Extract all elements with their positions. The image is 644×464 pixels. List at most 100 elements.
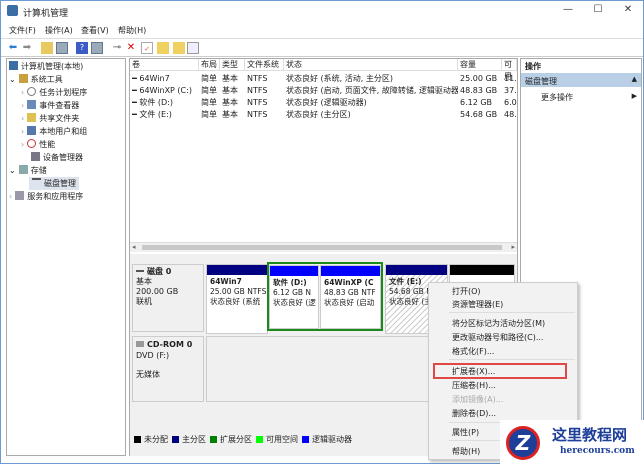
col-free[interactable]: 可用 [502,59,517,81]
partition-name: 文件 (E:) [389,277,422,286]
menu-bar: 文件(F) 操作(A) 查看(V) 帮助(H) [1,23,643,37]
chevron-right-icon[interactable]: › [21,88,24,97]
legend-swatch [172,436,179,443]
menu-help[interactable]: 帮助(H) [118,25,146,36]
tree-label: 共享文件夹 [39,114,80,123]
toolbar: ⬅ ➡ ? ⊸ ✕ ✓ [1,38,643,57]
menu-open[interactable]: 打开(O) [452,286,481,297]
computer-management-icon [7,5,18,16]
col-volume[interactable]: 卷 [130,59,199,71]
menu-explorer[interactable]: 资源管理器(E) [452,299,503,310]
menu-change-drive-letter[interactable]: 更改驱动器号和路径(C)... [452,332,543,343]
tree-storage[interactable]: ⌄ 存储 [9,165,47,176]
cdrom0-label[interactable]: CD-ROM 0 DVD (F:) 无媒体 [132,336,204,402]
volume-list-header: 卷 布局 类型 文件系统 状态 容量 可用 [130,59,517,81]
actions-section-disk-management[interactable]: 磁盘管理 ▲ [521,73,641,87]
chevron-right-icon[interactable]: › [21,127,24,136]
legend-label: 扩展分区 [220,435,252,444]
chevron-right-icon[interactable]: › [21,140,24,149]
partition-64winxp-c[interactable]: 64WinXP (C 48.83 GB NTF 状态良好 (启动 [320,265,381,329]
tree-event-viewer[interactable]: › 事件查看器 [21,100,79,111]
close-button[interactable]: ✕ [616,4,640,18]
clock-icon [27,87,37,96]
partition-status: 状态良好 (系统 [210,297,261,306]
collapse-icon[interactable]: ▲ [632,75,637,83]
tree-shared-folders[interactable]: › 共享文件夹 [21,113,79,124]
cdrom-name: CD-ROM 0 [147,340,193,349]
open-icon[interactable] [157,42,169,54]
volume-row[interactable]: ━ 64Win7 简单 基本 NTFS 状态良好 (系统, 活动, 主分区) 25.00 … [130,73,517,85]
search-icon[interactable] [173,42,185,54]
tree-task-scheduler[interactable]: › 任务计划程序 [21,87,87,98]
chevron-down-icon[interactable]: ⌄ [9,75,16,84]
services-icon [15,191,25,200]
volume-row[interactable]: ━ 软件 (D:) 简单 基本 NTFS 状态良好 (逻辑驱动器) 6.12 GB 6.0 [130,97,517,109]
tree-device-manager[interactable]: 设备管理器 [31,152,83,163]
partition-status: 状态良好 (主 [389,297,432,306]
delete-icon[interactable]: ✕ [125,42,137,54]
menu-shrink-volume[interactable]: 压缩卷(H)... [452,380,496,391]
scroll-left-icon[interactable]: ◂ [132,243,136,251]
menu-format[interactable]: 格式化(F)... [452,346,494,357]
volume-row[interactable]: ━ 64WinXP (C:) 简单 基本 NTFS 状态良好 (启动, 页面文件, 故障… [130,85,517,97]
chevron-right-icon[interactable]: › [21,114,24,123]
disk0-label[interactable]: 磁盘 0 基本 200.00 GB 联机 [132,264,204,332]
partition-size: 54.68 GB N [389,287,432,296]
legend-swatch [256,436,263,443]
device-manager-icon [31,152,40,161]
volume-cell: 简单 [201,74,217,83]
menu-mark-active[interactable]: 将分区标记为活动分区(M) [452,318,545,329]
console-icon[interactable] [91,42,103,54]
partition-64win7[interactable]: 64Win7 25.00 GB NTFS 状态良好 (系统 [206,264,268,334]
chevron-down-icon[interactable]: ⌄ [9,166,16,175]
col-type[interactable]: 类型 [220,59,245,71]
scrollbar-thumb[interactable] [142,245,502,250]
col-status[interactable]: 状态 [284,59,458,71]
menu-properties[interactable]: 属性(P) [452,427,479,438]
menu-view[interactable]: 查看(V) [81,25,109,36]
tree-disk-management[interactable]: 磁盘管理 [29,177,79,190]
volume-cell: ━ 软件 (D:) [132,98,173,107]
check-icon[interactable]: ✓ [141,42,153,54]
volume-cell: 37. [504,86,517,95]
menu-delete-volume[interactable]: 删除卷(D)... [452,408,496,419]
col-layout[interactable]: 布局 [199,59,220,71]
partition-name: 64WinXP (C [324,278,374,287]
tree-performance[interactable]: › 性能 [21,139,55,150]
cdrom-icon [136,341,144,347]
volume-row[interactable]: ━ 文件 (E:) 简单 基本 NTFS 状态良好 (主分区) 54.68 GB 48. [130,109,517,121]
up-folder-icon[interactable] [41,42,53,54]
connect-icon[interactable]: ⊸ [111,42,123,54]
menu-help[interactable]: 帮助(H) [452,446,480,457]
forward-icon[interactable]: ➡ [21,42,33,54]
partition-name: 软件 (D:) [273,278,307,287]
chevron-right-icon[interactable]: › [21,101,24,110]
tree-root[interactable]: 计算机管理(本地) [9,61,83,72]
show-hide-tree-icon[interactable] [56,42,68,54]
tree-label: 磁盘管理 [44,179,76,188]
menu-action[interactable]: 操作(A) [45,25,73,36]
tree-local-users[interactable]: › 本地用户和组 [21,126,87,137]
performance-icon [27,139,37,148]
chevron-right-icon[interactable]: › [9,192,12,201]
back-icon[interactable]: ⬅ [7,42,19,54]
horizontal-scrollbar[interactable]: ◂ ▸ [130,242,517,252]
properties-icon[interactable] [187,42,199,54]
partition-software-d[interactable]: 软件 (D:) 6.12 GB N 状态良好 (逻 [269,265,319,329]
tree-system-tools[interactable]: ⌄ 系统工具 [9,74,63,85]
tree-services[interactable]: › 服务和应用程序 [9,191,83,202]
maximize-button[interactable]: ☐ [586,4,610,18]
minimize-button[interactable]: — [556,4,580,18]
more-actions[interactable]: 更多操作 ▶ [541,92,639,103]
menu-file[interactable]: 文件(F) [9,25,36,36]
col-capacity[interactable]: 容量 [458,59,502,71]
help-icon[interactable]: ? [76,42,88,54]
volume-cell: ━ 64Win7 [132,74,170,83]
menu-extend-volume[interactable]: 扩展卷(X)... [452,366,495,377]
scroll-right-icon[interactable]: ▸ [511,243,515,251]
separator [449,312,575,313]
col-filesystem[interactable]: 文件系统 [245,59,284,71]
window-title: 计算机管理 [23,9,69,19]
volume-cell: NTFS [247,86,268,95]
volume-cell: 基本 [222,74,238,83]
